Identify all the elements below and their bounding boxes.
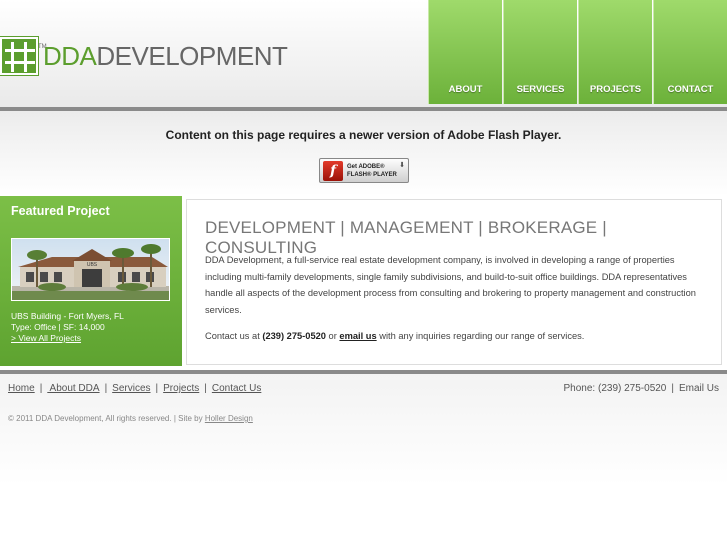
main-content: DEVELOPMENT | MANAGEMENT | BROKERAGE | C… — [186, 199, 722, 365]
get-flash-player-button[interactable]: f Get ADOBE® FLASH® PLAYER ⬇ — [319, 158, 409, 183]
footer-link-about[interactable]: About DDA — [47, 383, 100, 394]
footer-separator: | — [671, 383, 674, 394]
nav-services[interactable]: SERVICES — [503, 0, 577, 104]
site-header: DDADEVELOPMENT TM ABOUT SERVICES PROJECT… — [0, 0, 727, 108]
footer-separator: | — [204, 383, 207, 394]
footer-separator: | — [104, 383, 108, 394]
footer-separator: | — [39, 383, 43, 394]
site-footer: Home | About DDA | Services | Projects | Contac… — [0, 374, 727, 485]
copyright: © 2011 DDA Development, All rights reser… — [8, 414, 253, 423]
copyright-text: © 2011 DDA Development, All rights reser… — [8, 414, 203, 423]
flash-placeholder: Content on this page requires a newer ve… — [0, 111, 727, 196]
footer-phone: Phone: (239) 275-0520 — [563, 383, 667, 394]
logo-name: DEVELOPMENT — [96, 41, 288, 71]
featured-details: Type: Office | SF: 14,000 — [11, 322, 105, 332]
logo-text: DDADEVELOPMENT — [43, 41, 288, 71]
logo[interactable]: DDADEVELOPMENT — [0, 36, 288, 76]
flash-button-line2: FLASH® PLAYER — [347, 171, 397, 178]
footer-contact: Phone: (239) 275-0520 | Email Us — [564, 383, 719, 394]
flash-button-line1: Get ADOBE® — [347, 163, 385, 170]
contact-or: or — [328, 331, 337, 341]
featured-building: UBS Building - Fort Myers, FL — [11, 311, 124, 321]
featured-title: Featured Project — [11, 204, 110, 218]
featured-info: UBS Building - Fort Myers, FL Type: Offi… — [11, 311, 124, 344]
intro-paragraph: DDA Development, a full-service real est… — [205, 255, 696, 315]
flash-player-icon: f — [323, 160, 343, 181]
nav-about[interactable]: ABOUT — [428, 0, 502, 104]
nav-projects[interactable]: PROJECTS — [578, 0, 652, 104]
building-image: UBS — [12, 239, 169, 300]
contact-paragraph: Contact us at (239) 275-0520 or email us… — [205, 331, 584, 341]
logo-mark-icon — [0, 36, 39, 76]
email-us-link[interactable]: email us — [339, 331, 376, 341]
footer-email-link[interactable]: Email Us — [679, 383, 719, 394]
contact-suffix: with any inquiries regarding our range o… — [379, 331, 585, 341]
footer-nav: Home | About DDA | Services | Projects | Contac… — [8, 383, 261, 394]
nav-contact[interactable]: CONTACT — [653, 0, 727, 104]
footer-link-services[interactable]: Services — [112, 383, 150, 394]
flash-button-label: Get ADOBE® FLASH® PLAYER — [347, 163, 397, 179]
featured-project-photo[interactable]: UBS — [11, 238, 170, 301]
designer-link[interactable]: Holler Design — [205, 414, 253, 423]
contact-prefix: Contact us at — [205, 331, 260, 341]
logo-trademark: TM — [38, 44, 47, 50]
main-nav: ABOUT SERVICES PROJECTS CONTACT — [428, 0, 727, 104]
footer-separator: | — [155, 383, 159, 394]
download-arrow-icon: ⬇ — [399, 162, 405, 169]
contact-phone: (239) 275-0520 — [262, 331, 326, 341]
footer-link-projects[interactable]: Projects — [163, 383, 199, 394]
building-sign: UBS — [87, 262, 98, 268]
view-all-projects-link[interactable]: > View All Projects — [11, 333, 124, 344]
footer-link-contact[interactable]: Contact Us — [212, 383, 261, 394]
footer-link-home[interactable]: Home — [8, 383, 35, 394]
featured-project-panel: Featured Project UBS UBS Building - Fort… — [0, 196, 182, 366]
flash-message: Content on this page requires a newer ve… — [165, 128, 562, 142]
logo-brand: DDA — [43, 41, 97, 71]
